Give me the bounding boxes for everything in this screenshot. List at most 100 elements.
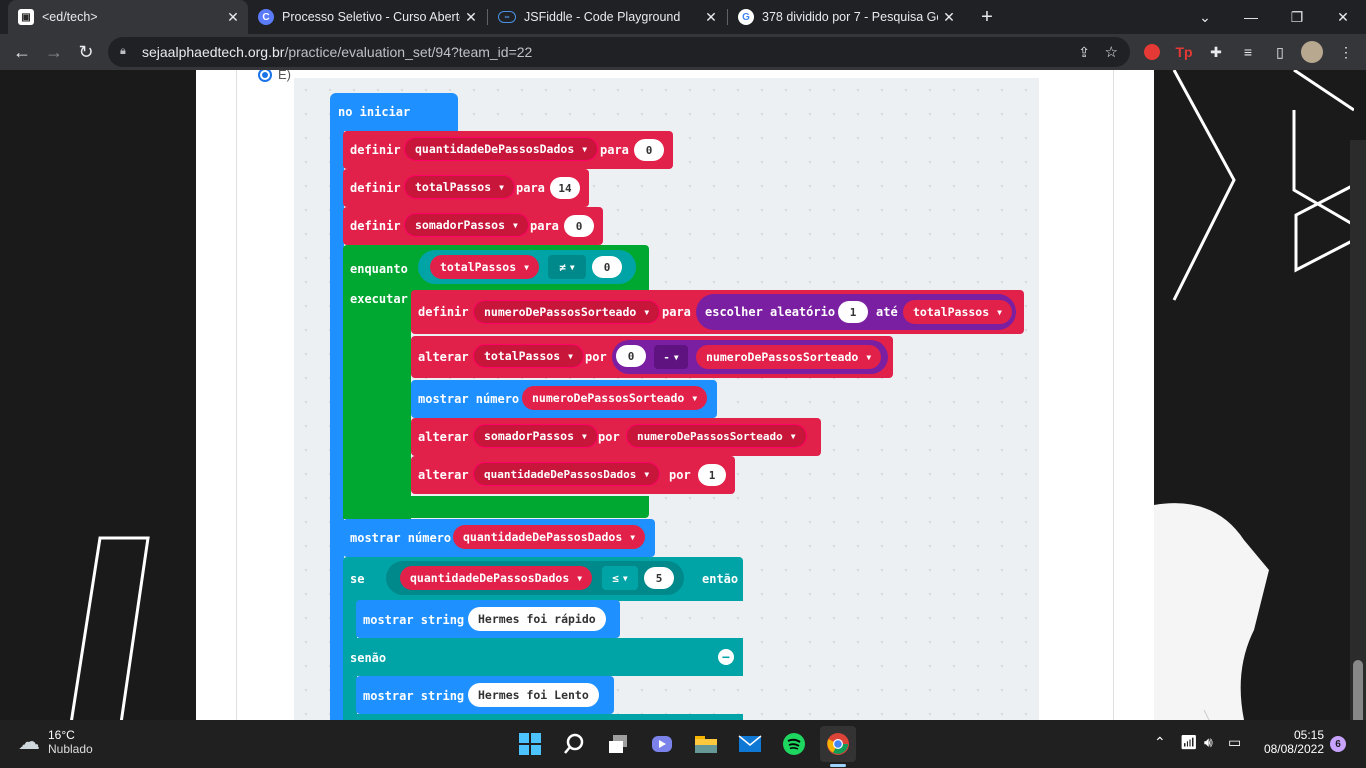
close-tab-icon[interactable]: ✕ [460, 9, 482, 26]
if-body [343, 600, 357, 640]
restore-icon[interactable]: ❐ [1274, 0, 1320, 34]
value-input[interactable]: 0 [592, 256, 622, 278]
by-label: por [598, 430, 620, 444]
url-text: sejaalphaedtech.org.br/practice/evaluati… [142, 44, 533, 60]
var-num-dropdown[interactable]: numeroDePassosSorteado ▼ [473, 300, 661, 324]
var-total-reporter[interactable]: totalPassos ▼ [903, 300, 1012, 324]
until-label: até [876, 305, 898, 319]
volume-icon[interactable]: 🔊︎ [1204, 734, 1213, 751]
while-body [343, 294, 411, 519]
notification-badge[interactable]: 6 [1330, 736, 1346, 752]
var-total-dropdown[interactable]: totalPassos ▼ [404, 175, 515, 199]
wifi-icon[interactable]: 📶︎ [1180, 734, 1198, 751]
value-input[interactable]: 1 [698, 464, 726, 486]
close-tab-icon[interactable]: ✕ [222, 9, 244, 26]
string-input[interactable]: Hermes foi Lento [468, 683, 599, 707]
set-label: definir [350, 143, 401, 157]
chrome-icon[interactable] [820, 726, 856, 762]
var-qtd-dropdown[interactable]: quantidadeDePassosDados ▼ [473, 462, 661, 486]
new-tab-button[interactable]: + [972, 0, 1002, 34]
teams-chat-icon[interactable] [644, 726, 680, 762]
start-icon[interactable] [512, 726, 548, 762]
tab-search-icon[interactable]: ⌄ [1182, 0, 1228, 34]
var-qtd-reporter[interactable]: quantidadeDePassosDados ▼ [400, 566, 593, 590]
var-num-reporter[interactable]: numeroDePassosSorteado ▼ [522, 386, 708, 410]
var-qtd-reporter[interactable]: quantidadeDePassosDados ▼ [453, 525, 646, 549]
search-icon[interactable] [556, 726, 592, 762]
share-icon[interactable]: ⇪ [1078, 44, 1090, 61]
google-favicon-icon: G [738, 9, 754, 25]
browser-toolbar: ← → ↻ 🔒︎ sejaalphaedtech.org.br/practice… [0, 34, 1366, 70]
spotify-icon[interactable] [776, 726, 812, 762]
var-num-reporter[interactable]: numeroDePassosSorteado ▼ [696, 345, 882, 369]
remove-else-icon[interactable]: − [718, 649, 734, 665]
value-input[interactable]: 14 [550, 177, 580, 199]
bookmark-star-icon[interactable]: ☆ [1105, 43, 1118, 61]
show-number-label: mostrar número [350, 531, 452, 545]
close-tab-icon[interactable]: ✕ [938, 9, 960, 26]
jsfiddle-favicon-icon: ∞ [498, 11, 516, 23]
neq-operator[interactable]: ≠ ▼ [548, 255, 586, 279]
task-view-icon[interactable] [600, 726, 636, 762]
blocks-workspace: no iniciar definir quantidadeDePassosDad… [294, 78, 1039, 720]
forward-icon[interactable]: → [38, 36, 70, 68]
active-app-indicator [830, 764, 846, 767]
close-tab-icon[interactable]: ✕ [700, 9, 722, 26]
tab-processo-seletivo[interactable]: C Processo Seletivo - Curso Aberto ✕ [248, 0, 486, 34]
set-label: definir [350, 181, 401, 195]
minus-operator[interactable]: - ▼ [654, 345, 688, 369]
by-label: por [669, 468, 691, 482]
side-panel-icon[interactable]: ▯ [1266, 38, 1294, 66]
lock-icon: 🔒︎ [120, 45, 126, 57]
page-content: E) no iniciar definir quantidadeDePassos… [0, 70, 1366, 720]
to-label: para [530, 219, 559, 233]
tab-title: 378 dividido por 7 - Pesquisa Goo [762, 10, 938, 24]
to-label: para [662, 305, 691, 319]
value-input[interactable]: 1 [838, 301, 868, 323]
set-label: definir [350, 219, 401, 233]
value-input[interactable]: 0 [616, 345, 646, 367]
tab-title: <ed/tech> [42, 10, 98, 24]
tab-title: Processo Seletivo - Curso Aberto [282, 10, 460, 24]
extensions-puzzle-icon[interactable]: ✚ [1202, 38, 1230, 66]
option-e-label: E) [278, 70, 291, 82]
tab-jsfiddle[interactable]: ∞ JSFiddle - Code Playground ✕ [488, 0, 726, 34]
to-label: para [516, 181, 545, 195]
var-total-reporter[interactable]: totalPassos ▼ [430, 255, 539, 279]
if-label: se [350, 572, 365, 586]
var-somador-dropdown[interactable]: somadorPassos ▼ [473, 424, 598, 448]
le-operator[interactable]: ≤ ▼ [602, 566, 638, 590]
media-control-icon[interactable]: ≡ [1234, 38, 1262, 66]
tray-overflow-icon[interactable]: ⌃ [1154, 734, 1166, 751]
var-qtd-dropdown[interactable]: quantidadeDePassosDados ▼ [404, 137, 599, 161]
tab-google-search[interactable]: G 378 dividido por 7 - Pesquisa Goo ✕ [728, 0, 964, 34]
battery-icon[interactable]: ▭ [1228, 734, 1241, 751]
minimize-icon[interactable]: — [1228, 0, 1274, 34]
var-somador-dropdown[interactable]: somadorPassos ▼ [404, 213, 529, 237]
var-total-dropdown[interactable]: totalPassos ▼ [473, 344, 584, 368]
weather-temp: 16°C [48, 728, 75, 742]
page-scrollbar[interactable] [1350, 140, 1366, 720]
file-explorer-icon[interactable] [688, 726, 724, 762]
change-label: alterar [418, 430, 469, 444]
profile-avatar[interactable] [1298, 38, 1326, 66]
mail-icon[interactable] [732, 726, 768, 762]
value-input[interactable]: 5 [644, 567, 674, 589]
scrollbar-thumb[interactable] [1353, 660, 1363, 720]
back-icon[interactable]: ← [6, 36, 38, 68]
else-label: senão [350, 651, 387, 665]
value-input[interactable]: 0 [634, 139, 664, 161]
address-bar[interactable]: 🔒︎ sejaalphaedtech.org.br/practice/evalu… [108, 37, 1130, 67]
while-footer [343, 496, 649, 518]
clock[interactable]: 05:15 08/08/2022 [1250, 728, 1324, 756]
tab-edtech[interactable]: ▣ <ed/tech> ✕ [8, 0, 248, 34]
close-window-icon[interactable]: ✕ [1320, 0, 1366, 34]
extension-hand-icon[interactable] [1138, 38, 1166, 66]
extension-tp-icon[interactable]: Tp [1170, 38, 1198, 66]
value-input[interactable]: 0 [564, 215, 594, 237]
reload-icon[interactable]: ↻ [70, 36, 102, 68]
string-input[interactable]: Hermes foi rápido [468, 607, 606, 631]
var-num-reporter[interactable]: numeroDePassosSorteado ▼ [626, 424, 807, 448]
menu-dots-icon[interactable]: ⋮ [1332, 38, 1360, 66]
weather-widget[interactable]: ☁ 16°C Nublado [18, 728, 93, 756]
